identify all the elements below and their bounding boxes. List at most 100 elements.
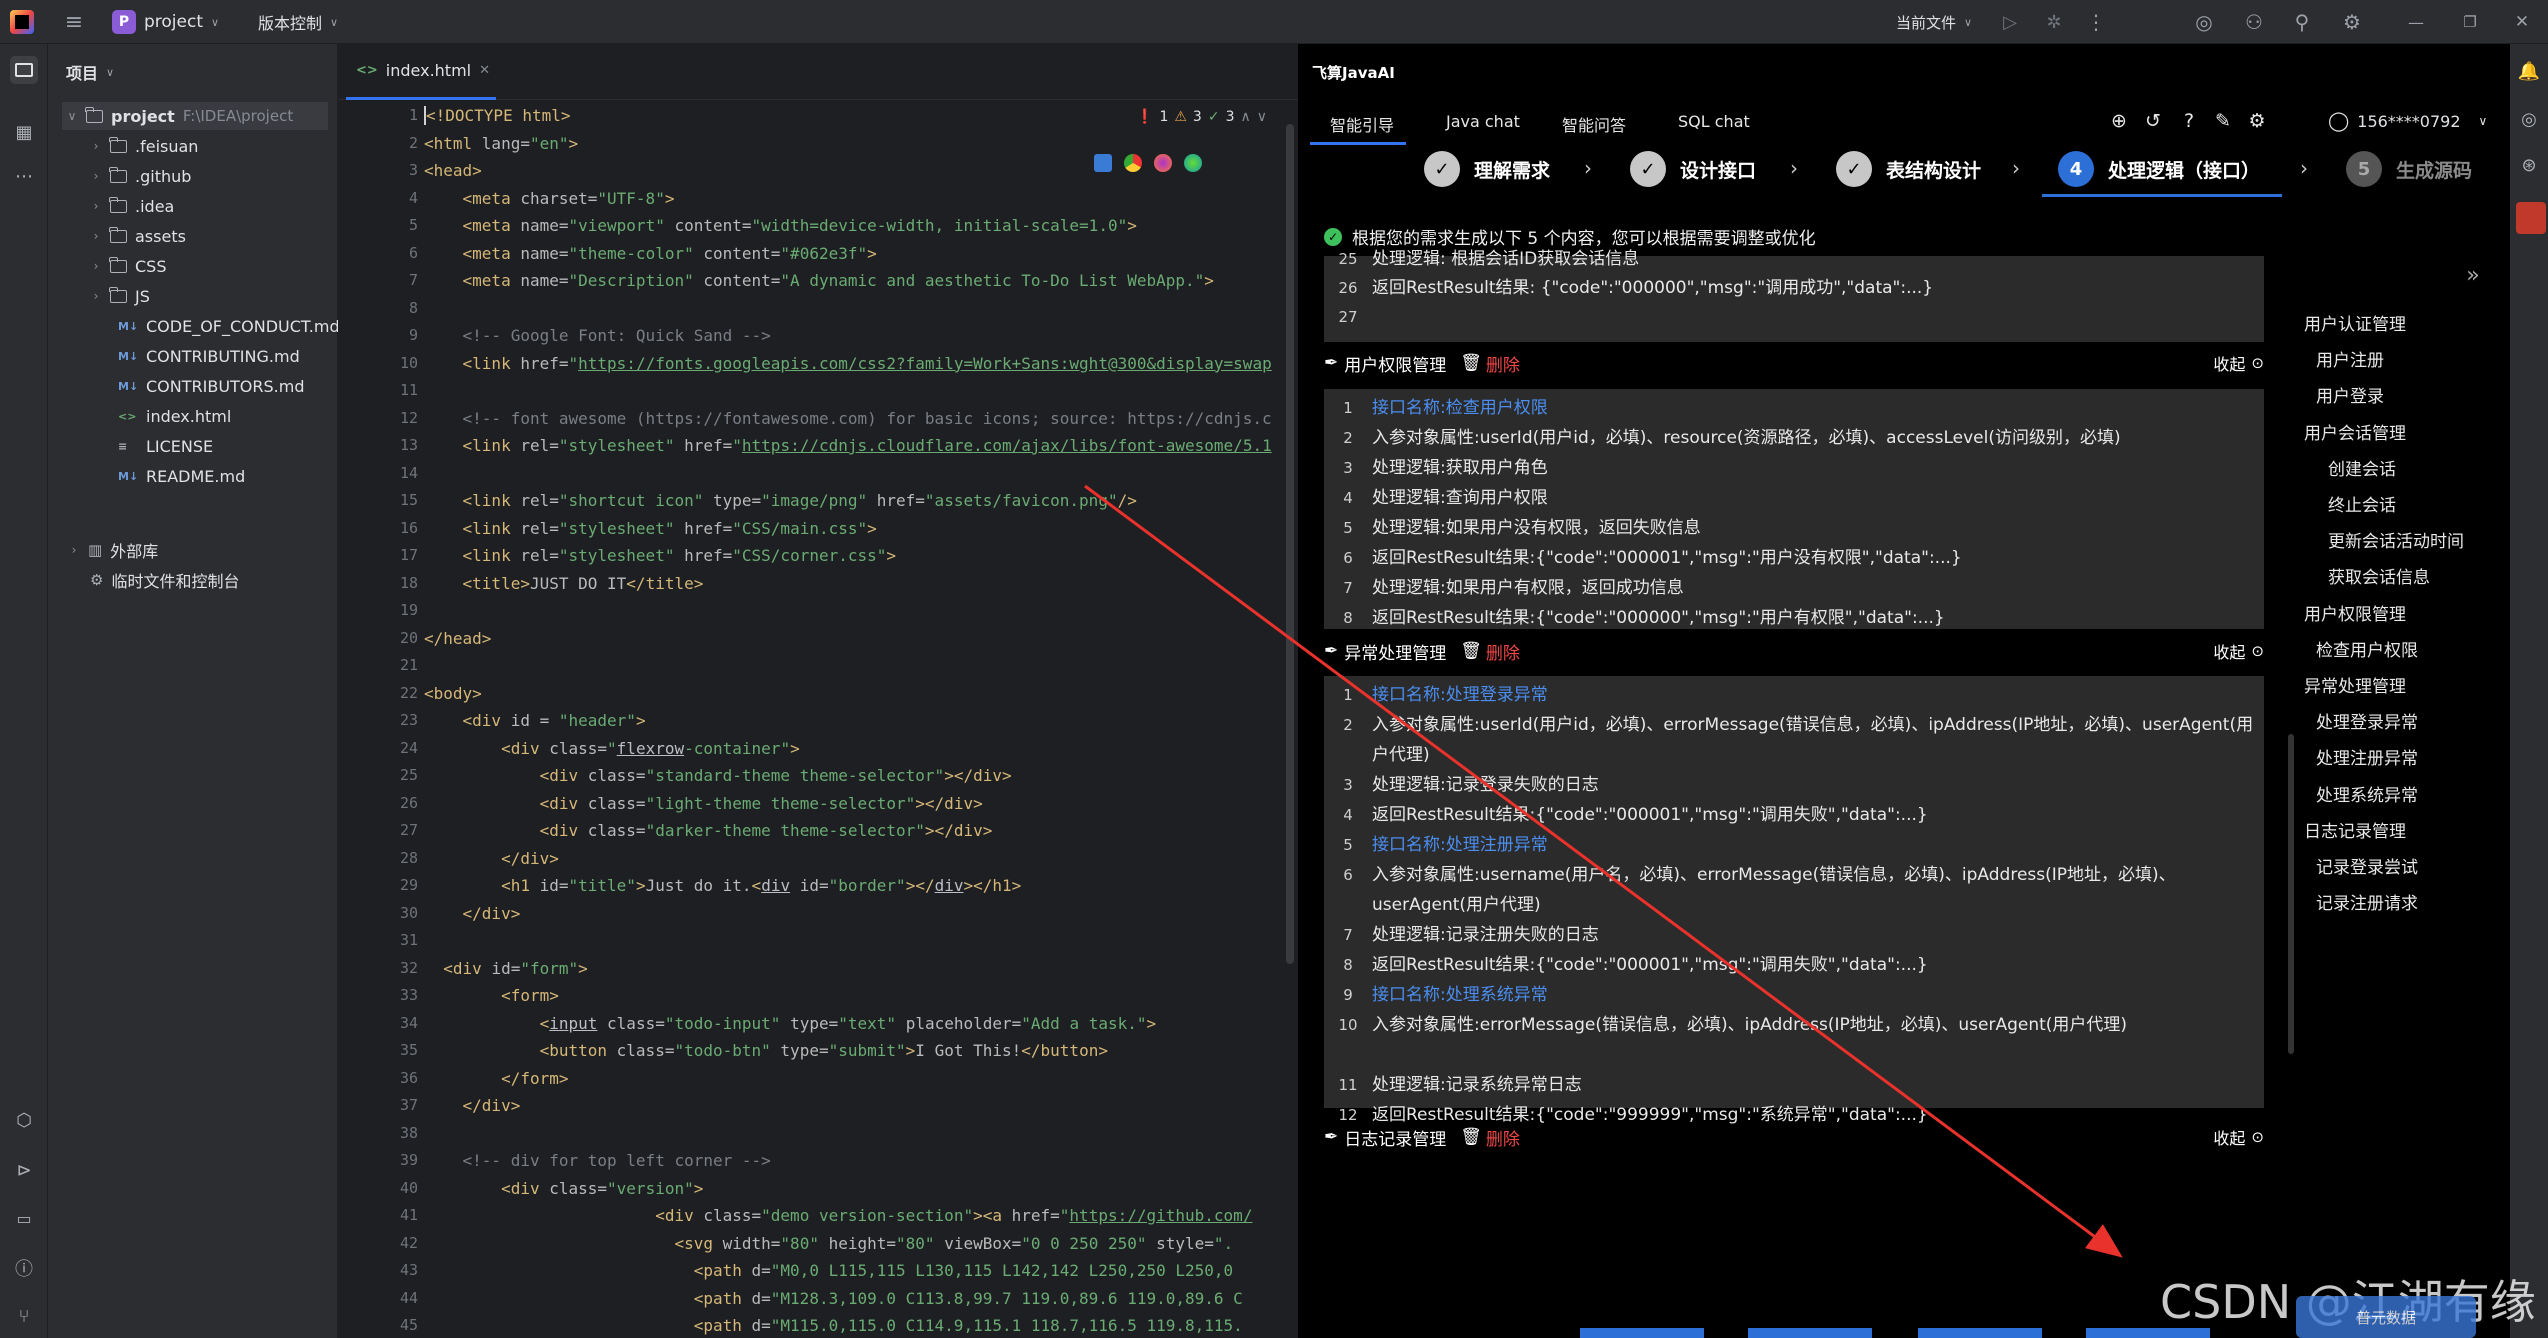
row-text[interactable] (1372, 302, 2264, 332)
trash-icon[interactable]: 🗑 (1460, 641, 1482, 661)
row-text[interactable]: 处理逻辑:记录系统异常日志 (1372, 1070, 2264, 1100)
row-text[interactable]: 返回RestResult结果:{"code":"000000","msg":"用… (1372, 603, 2264, 633)
debug-icon[interactable]: ✲ (2040, 8, 2068, 36)
copilot-icon[interactable]: ⊛ (2516, 152, 2542, 178)
outline-group[interactable]: 异常处理管理 (2304, 672, 2406, 697)
row-text[interactable]: 返回RestResult结果:{"code":"000001","msg":"调… (1372, 950, 2264, 980)
row-text[interactable]: 返回RestResult结果: {"code":"000000","msg":"… (1372, 273, 2264, 303)
outline-item[interactable]: 终止会话 (2328, 491, 2396, 516)
collapse-link[interactable]: 收起 (2213, 351, 2245, 375)
add-user-icon[interactable]: ⚇ (2240, 8, 2268, 36)
collapse-link[interactable]: 收起 (2213, 1125, 2245, 1149)
row-text[interactable]: 接口名称:处理系统异常 (1372, 980, 2264, 1010)
collapse-icon[interactable]: ⊙ (2251, 642, 2264, 660)
collapse-link[interactable]: 收起 (2213, 639, 2245, 663)
outline-group[interactable]: 用户权限管理 (2304, 600, 2406, 625)
tree-file[interactable]: M↓ CONTRIBUTORS.md (118, 372, 305, 400)
ai-assistant-icon[interactable]: ◎ (2190, 8, 2218, 36)
action-button[interactable]: 查看总览 (1580, 1328, 1704, 1338)
row-text[interactable]: 处理逻辑:查询用户权限 (1372, 483, 2264, 513)
outline-group[interactable]: 用户会话管理 (2304, 419, 2406, 444)
tree-file[interactable]: M↓ README.md (118, 462, 245, 490)
outline-item[interactable]: 创建会话 (2328, 455, 2396, 480)
main-menu-icon[interactable]: ≡ (60, 8, 88, 36)
close-icon[interactable]: ✕ (479, 63, 490, 78)
more-icon[interactable]: ⋮ (2082, 8, 2110, 36)
structure-icon[interactable]: ▦ (10, 118, 38, 146)
git-icon[interactable]: ⑂ (10, 1302, 38, 1330)
action-button[interactable]: 导出文档 (1748, 1328, 1872, 1338)
collapse-icon[interactable]: ⊙ (2251, 354, 2264, 372)
ai-tab[interactable]: Java chat (1446, 112, 1520, 131)
minimize-icon[interactable]: — (2402, 8, 2430, 36)
project-view-icon[interactable] (10, 56, 38, 84)
project-panel-header[interactable]: 项目 ∨ (66, 60, 114, 84)
vcs-menu[interactable]: 版本控制 ∨ (258, 8, 338, 36)
feisuan-plugin-icon[interactable] (2516, 202, 2546, 234)
outline-item[interactable]: 处理登录异常 (2316, 708, 2418, 733)
row-text[interactable]: 入参对象属性:errorMessage(错误信息，必填)、ipAddress(I… (1372, 1010, 2264, 1040)
terminal-icon[interactable]: ▭ (10, 1204, 38, 1232)
settings-icon[interactable]: ⚙ (2244, 108, 2270, 134)
collapse-icon[interactable]: ⊙ (2251, 1128, 2264, 1146)
trash-icon[interactable]: 🗑 (1460, 353, 1482, 373)
content-scrollbar[interactable] (2288, 734, 2294, 1054)
row-text[interactable]: 处理逻辑:记录登录失败的日志 (1372, 770, 2264, 800)
wizard-step[interactable]: ✓ 设计接口 (1630, 150, 1756, 188)
tree-folder[interactable]: › CSS (90, 252, 166, 280)
problems-icon[interactable]: ⓘ (10, 1254, 38, 1282)
tree-folder[interactable]: › .idea (90, 192, 174, 220)
outline-item[interactable]: 检查用户权限 (2316, 636, 2418, 661)
outline-item[interactable]: 记录登录尝试 (2316, 853, 2418, 878)
notifications-icon[interactable]: 🔔 (2516, 58, 2542, 84)
search-icon[interactable]: ⚲ (2288, 8, 2316, 36)
history-icon[interactable]: ↺ (2140, 108, 2166, 134)
run-tool-icon[interactable]: ⊳ (10, 1156, 38, 1184)
tree-file[interactable]: <> index.html (118, 402, 231, 430)
tree-folder[interactable]: › .github (90, 162, 191, 190)
row-text[interactable]: 处理逻辑: 根据会话ID获取会话信息 (1372, 244, 2264, 274)
row-text[interactable]: 接口名称:检查用户权限 (1372, 393, 2264, 423)
outline-item[interactable]: 处理系统异常 (2316, 781, 2418, 806)
outline-group[interactable]: 用户认证管理 (2304, 310, 2406, 335)
close-icon[interactable]: ✕ (2508, 8, 2536, 36)
edit-icon[interactable]: ✒ (1324, 641, 1338, 661)
services-icon[interactable]: ⬡ (10, 1106, 38, 1134)
outline-item[interactable]: 用户登录 (2316, 382, 2384, 407)
row-text[interactable]: 入参对象属性:userId(用户id，必填)、errorMessage(错误信息… (1372, 710, 2264, 770)
tree-scratches[interactable]: ⚙ 临时文件和控制台 (90, 566, 239, 594)
edit-icon[interactable]: ✒ (1324, 1127, 1338, 1147)
ai-chat-icon[interactable]: ◎ (2516, 106, 2542, 132)
editor-scrollbar[interactable] (1286, 124, 1294, 964)
row-text[interactable]: 处理逻辑:如果用户有权限，返回成功信息 (1372, 573, 2264, 603)
outline-item[interactable]: 更新会话活动时间 (2328, 527, 2464, 552)
section-permissions[interactable]: 1 接口名称:检查用户权限 2 入参对象属性:userId(用户id，必填)、reso… (1324, 389, 2264, 629)
outline-item[interactable]: 记录注册请求 (2316, 889, 2418, 914)
outline-item[interactable]: 处理注册异常 (2316, 744, 2418, 769)
extra-floating-button[interactable]: 普元数据 (2296, 1296, 2476, 1338)
row-text[interactable]: 返回RestResult结果:{"code":"000001","msg":"用… (1372, 543, 2264, 573)
project-switcher[interactable]: P project ∨ (112, 8, 219, 36)
wizard-step[interactable]: 5 生成源码 (2346, 150, 2472, 188)
ai-tab[interactable]: 智能引导 (1330, 112, 1394, 136)
tree-file[interactable]: ≡ LICENSE (118, 432, 213, 460)
trash-icon[interactable]: 🗑 (1460, 1127, 1482, 1147)
tree-external-libs[interactable]: › ▥ 外部库 (68, 536, 159, 564)
row-text[interactable]: 处理逻辑:获取用户角色 (1372, 453, 2264, 483)
ai-tab[interactable]: 智能问答 (1562, 112, 1626, 136)
expand-nav-icon[interactable]: » (2460, 262, 2486, 288)
tree-folder[interactable]: › assets (90, 222, 186, 250)
run-icon[interactable]: ▷ (1996, 8, 2024, 36)
tab-index-html[interactable]: <> index.html ✕ (346, 44, 496, 100)
code-area[interactable]: <!DOCTYPE html> <html lang="en"> <head> <m… (338, 100, 1298, 1338)
wizard-step[interactable]: ✓ 表结构设计 (1836, 150, 1981, 188)
ai-tab[interactable]: SQL chat (1678, 112, 1750, 131)
edit-icon[interactable]: ✒ (1324, 353, 1338, 373)
row-text[interactable]: 处理逻辑:如果用户没有权限，返回失败信息 (1372, 513, 2264, 543)
outline-group[interactable]: 日志记录管理 (2304, 817, 2406, 842)
row-text[interactable]: 入参对象属性:username(用户名，必填)、errorMessage(错误信… (1372, 860, 2264, 920)
row-text[interactable]: 处理逻辑:记录注册失败的日志 (1372, 920, 2264, 950)
row-text[interactable]: 入参对象属性:userId(用户id，必填)、resource(资源路径，必填)… (1372, 423, 2264, 453)
outline-item[interactable]: 获取会话信息 (2328, 563, 2430, 588)
restore-icon[interactable]: ❐ (2456, 8, 2484, 36)
